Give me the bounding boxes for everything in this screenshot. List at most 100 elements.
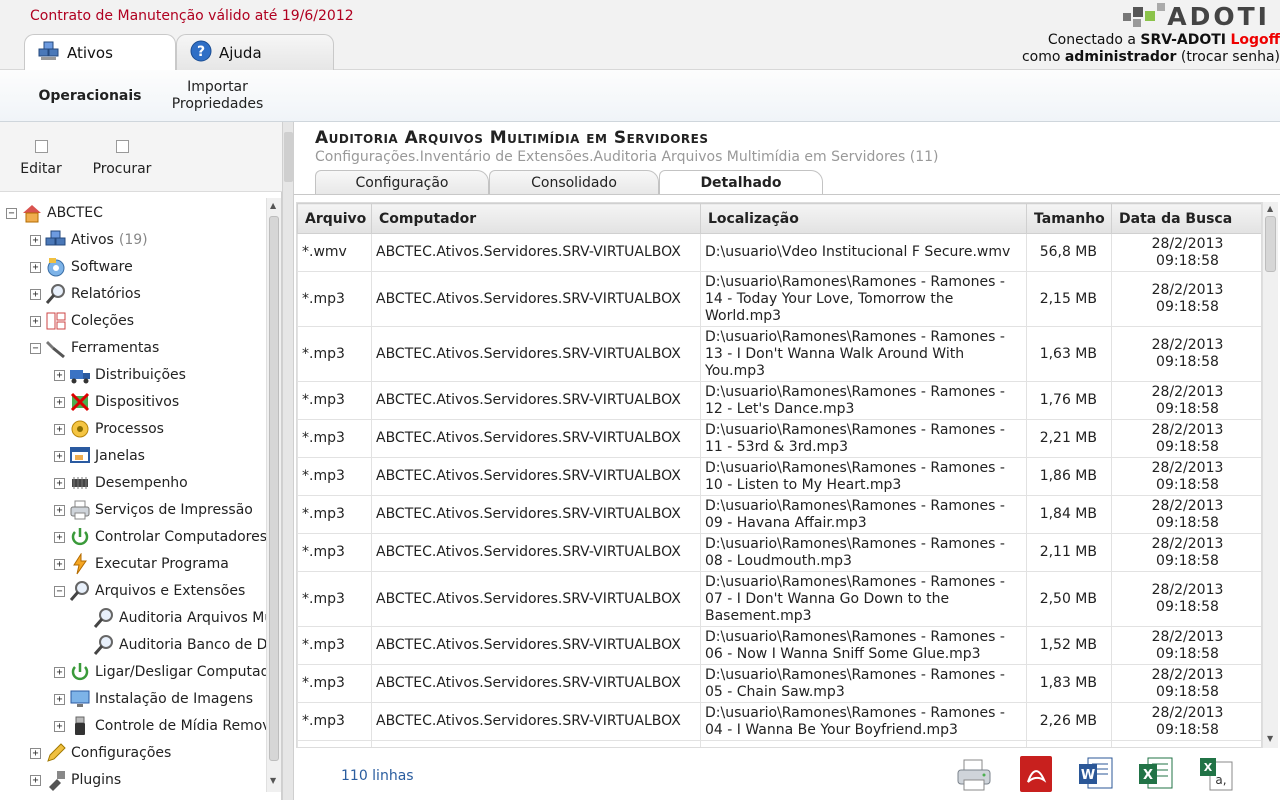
tree-scroll-thumb[interactable]: [269, 216, 279, 761]
collapse-icon[interactable]: −: [6, 207, 17, 219]
export-csv-button[interactable]: a, X: [1196, 754, 1236, 794]
table-row[interactable]: *.mp3 ABCTEC.Ativos.Servidores.SRV-VIRTUA…: [297, 664, 1261, 703]
tree-item-executar-programa[interactable]: + Executar Programa: [54, 553, 229, 575]
col-arquivo[interactable]: Arquivo: [297, 203, 372, 234]
tree-item-label: Software: [71, 259, 133, 275]
tree-item-label: Controlar Computadores: [95, 529, 266, 545]
tree-item-configura-es[interactable]: + Configurações: [30, 742, 171, 764]
logoff-link[interactable]: Logoff: [1230, 32, 1280, 48]
expand-icon[interactable]: +: [54, 423, 65, 435]
scroll-down-icon[interactable]: ▼: [270, 776, 276, 785]
search-button[interactable]: Procurar: [90, 140, 154, 177]
table-row[interactable]: *.mp3 ABCTEC.Ativos.Servidores.SRV-VIRTUA…: [297, 326, 1261, 382]
software-icon: [45, 256, 67, 278]
expand-icon[interactable]: +: [30, 234, 41, 246]
table-row[interactable]: *.mp3 ABCTEC.Ativos.Servidores.SRV-VIRTUA…: [297, 533, 1261, 572]
tree-item-janelas[interactable]: + Janelas: [54, 445, 145, 467]
tree-item-ativos[interactable]: + Ativos (19): [30, 229, 148, 251]
export-excel-button[interactable]: X: [1136, 754, 1176, 794]
expand-icon[interactable]: +: [54, 477, 65, 489]
table-row[interactable]: D:\usuario\Ramones\Ramones - Ramones - 28…: [297, 740, 1261, 747]
tree-item-distribui-es[interactable]: + Distribuições: [54, 364, 186, 386]
cell-arquivo: *.mp3: [297, 271, 372, 327]
subnav-operacionais[interactable]: Operacionais: [30, 70, 150, 122]
expand-icon[interactable]: +: [54, 450, 65, 462]
tree-item-auditoria-banco-de-dados[interactable]: Auditoria Banco de Dados: [78, 634, 266, 656]
tree-item-label: Distribuições: [95, 367, 186, 383]
collapse-icon[interactable]: −: [54, 585, 65, 597]
tree-item-desempenho[interactable]: + Desempenho: [54, 472, 188, 494]
tree-item-dispositivos[interactable]: + Dispositivos: [54, 391, 179, 413]
collapse-handle-icon[interactable]: [284, 132, 293, 182]
grid-scrollbar[interactable]: ▲ ▼: [1262, 202, 1278, 748]
edit-button[interactable]: Editar: [18, 140, 64, 177]
collapse-icon[interactable]: −: [30, 342, 41, 354]
table-row[interactable]: *.mp3 ABCTEC.Ativos.Servidores.SRV-VIRTUA…: [297, 381, 1261, 420]
expand-icon[interactable]: +: [54, 396, 65, 408]
table-row[interactable]: *.mp3 ABCTEC.Ativos.Servidores.SRV-VIRTUA…: [297, 457, 1261, 496]
tree-item-abctec[interactable]: − ABCTEC: [6, 202, 103, 224]
change-password-link[interactable]: (trocar senha): [1176, 49, 1280, 65]
table-row[interactable]: *.mp3 ABCTEC.Ativos.Servidores.SRV-VIRTUA…: [297, 571, 1261, 627]
col-localizacao[interactable]: Localização: [700, 203, 1027, 234]
tab-ajuda[interactable]: ? Ajuda: [176, 34, 334, 70]
cell-date: 28/2/2013: [1151, 282, 1224, 298]
panel-splitter[interactable]: [282, 122, 294, 800]
table-row[interactable]: *.mp3 ABCTEC.Ativos.Servidores.SRV-VIRTUA…: [297, 495, 1261, 534]
export-pdf-button[interactable]: [1016, 754, 1056, 794]
col-computador[interactable]: Computador: [371, 203, 701, 234]
expand-icon[interactable]: +: [54, 693, 65, 705]
tree-item-servi-os-de-impress-o[interactable]: + Serviços de Impressão: [54, 499, 253, 521]
tree-item-arquivos-e-extens-es[interactable]: − Arquivos e Extensões: [54, 580, 245, 602]
expand-icon[interactable]: +: [30, 288, 41, 300]
cell-data-busca: 28/2/2013 09:18:58: [1111, 533, 1261, 572]
tab-detalhado[interactable]: Detalhado: [659, 170, 823, 195]
grid-scroll-up-icon[interactable]: ▲: [1267, 204, 1273, 213]
tree-item-plugins[interactable]: + Plugins: [30, 769, 121, 791]
col-data-busca[interactable]: Data da Busca: [1111, 203, 1261, 234]
tree-item-controle-de-m-dia-remov-vel[interactable]: + Controle de Mídia Removível: [54, 715, 266, 737]
tab-configuracao[interactable]: Configuração: [315, 170, 489, 194]
edit-label: Editar: [20, 161, 62, 177]
tree-item-ligar-desligar-computadores[interactable]: + Ligar/Desligar Computadores: [54, 661, 266, 683]
grid-scroll-down-icon[interactable]: ▼: [1267, 734, 1273, 743]
cell-localizacao: D:\usuario\Ramones\Ramones - Ramones - 1…: [700, 457, 1027, 496]
expand-icon[interactable]: +: [54, 531, 65, 543]
expand-icon[interactable]: +: [54, 558, 65, 570]
tree-item-cole-es[interactable]: + Coleções: [30, 310, 134, 332]
expand-icon[interactable]: +: [54, 720, 65, 732]
table-row[interactable]: *.mp3 ABCTEC.Ativos.Servidores.SRV-VIRTUA…: [297, 271, 1261, 327]
export-word-button[interactable]: W: [1076, 754, 1116, 794]
expand-icon[interactable]: +: [30, 261, 41, 273]
logo-text: ADOTI: [1167, 2, 1270, 31]
tree-item-software[interactable]: + Software: [30, 256, 133, 278]
expand-icon[interactable]: +: [30, 774, 41, 786]
expand-icon[interactable]: +: [54, 369, 65, 381]
expand-icon[interactable]: +: [54, 504, 65, 516]
tree-item-instala-o-de-imagens[interactable]: + Instalação de Imagens: [54, 688, 253, 710]
tree-item-auditoria-arquivos-multim-dia[interactable]: Auditoria Arquivos Multimídia: [78, 607, 266, 629]
table-row[interactable]: *.wmv ABCTEC.Ativos.Servidores.SRV-VIRTUA…: [297, 233, 1261, 272]
cell-arquivo: *.wmv: [297, 233, 372, 272]
expand-icon[interactable]: +: [30, 747, 41, 759]
tree-item-label: Dispositivos: [95, 394, 180, 410]
tree-item-label: Auditoria Arquivos Multimídia: [119, 610, 266, 626]
subnav-importar-propriedades[interactable]: Importar Propriedades: [165, 70, 270, 122]
grid-scroll-thumb[interactable]: [1265, 216, 1276, 272]
table-row[interactable]: *.mp3 ABCTEC.Ativos.Servidores.SRV-VIRTUA…: [297, 419, 1261, 458]
tree-item-ferramentas[interactable]: − Ferramentas: [30, 337, 159, 359]
tab-consolidado[interactable]: Consolidado: [489, 170, 659, 194]
help-icon: ?: [189, 39, 213, 67]
print-button[interactable]: [954, 754, 994, 794]
table-row[interactable]: *.mp3 ABCTEC.Ativos.Servidores.SRV-VIRTUA…: [297, 626, 1261, 665]
tree-item-relat-rios[interactable]: + Relatórios: [30, 283, 141, 305]
scroll-up-icon[interactable]: ▲: [270, 201, 276, 210]
table-row[interactable]: *.mp3 ABCTEC.Ativos.Servidores.SRV-VIRTUA…: [297, 702, 1261, 741]
tree-item-processos[interactable]: + Processos: [54, 418, 164, 440]
tab-ativos[interactable]: Ativos: [24, 34, 176, 71]
tree-scrollbar[interactable]: ▲ ▼: [266, 198, 281, 792]
expand-icon[interactable]: +: [54, 666, 65, 678]
col-tamanho[interactable]: Tamanho: [1026, 203, 1112, 234]
tree-item-controlar-computadores[interactable]: + Controlar Computadores: [54, 526, 266, 548]
expand-icon[interactable]: +: [30, 315, 41, 327]
